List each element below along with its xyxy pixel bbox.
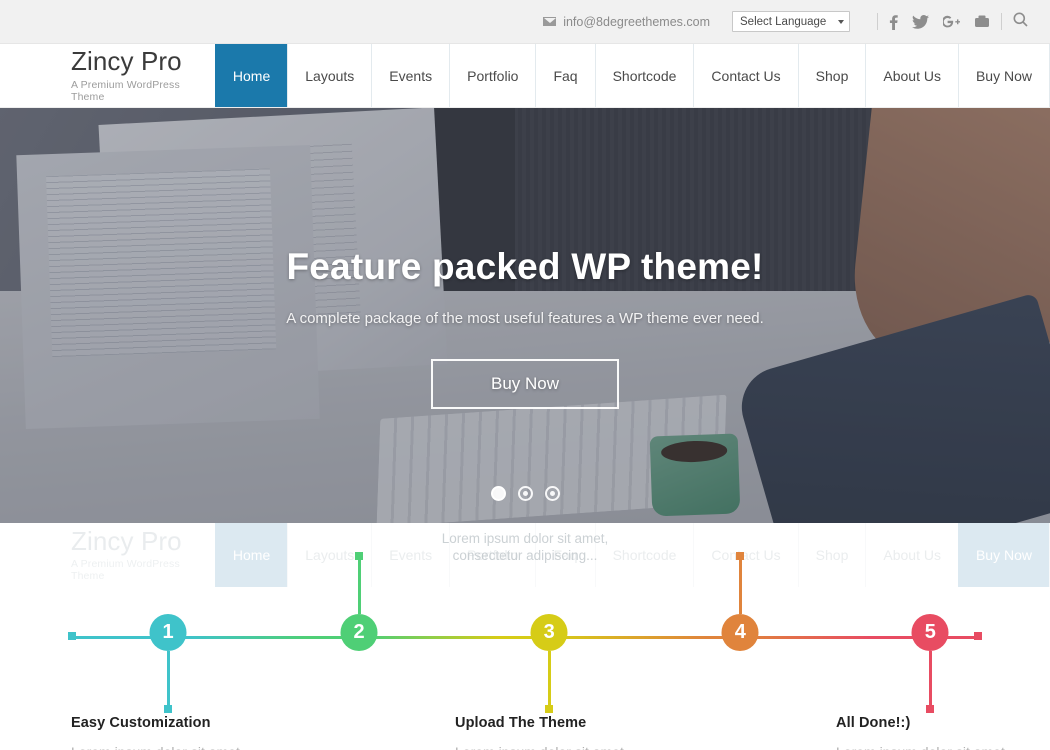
hero-content: Feature packed WP theme! A complete pack… <box>0 108 1050 523</box>
slider-pagination <box>0 486 1050 501</box>
language-select-label: Select Language <box>740 15 827 28</box>
nav-item-shop[interactable]: Shop <box>797 44 866 107</box>
timeline-step-circle: 5 <box>911 614 949 651</box>
timeline-stem <box>545 651 554 713</box>
slider-dot-2[interactable] <box>517 486 533 501</box>
social-links <box>889 14 990 30</box>
timeline-line <box>71 636 979 639</box>
slider-dot-1[interactable] <box>490 486 506 501</box>
hero-title: Feature packed WP theme! <box>286 246 764 287</box>
ghost-lorem-line-1: Lorem ipsum dolor sit amet, <box>441 531 609 546</box>
ghost-brand: Zincy Pro A Premium WordPress Theme <box>0 523 215 587</box>
nav-item-faq[interactable]: Faq <box>535 44 594 107</box>
nav-item-events[interactable]: Events <box>371 44 449 107</box>
timeline-node-5[interactable]: 5 <box>911 614 949 713</box>
nav-item-about-us[interactable]: About Us <box>865 44 958 107</box>
brand-name: Zincy Pro <box>71 46 182 77</box>
site-header: Zincy Pro A Premium WordPress Theme Home… <box>0 44 1050 108</box>
contact-email-text: info@8degreethemes.com <box>563 14 710 29</box>
contact-email[interactable]: info@8degreethemes.com <box>543 15 710 29</box>
ghost-nav-item-buy-now: Buy Now <box>957 523 1050 587</box>
twitter-icon[interactable] <box>912 14 929 29</box>
caption-title: Upload The Theme <box>455 715 587 731</box>
ghost-nav-item-about-us: About Us <box>865 523 958 587</box>
caption-text: Lorem ipsum dolor sit amet, <box>836 744 1009 750</box>
timeline-step-circle: 1 <box>149 614 187 651</box>
divider <box>877 13 878 30</box>
top-bar: info@8degreethemes.com Select Language <box>0 0 1050 44</box>
brand[interactable]: Zincy Pro A Premium WordPress Theme <box>0 44 215 107</box>
process-caption-1: Easy Customization Lorem ipsum dolor sit… <box>71 715 244 750</box>
caption-title: All Done!:) <box>836 715 911 731</box>
top-bar-inner: info@8degreethemes.com Select Language <box>543 11 1028 32</box>
timeline-stem <box>164 651 172 713</box>
nav-item-contact-us[interactable]: Contact Us <box>693 44 797 107</box>
ghost-nav-item-portfolio: Portfolio <box>449 523 535 587</box>
timeline-step-circle: 3 <box>530 614 568 651</box>
language-select[interactable]: Select Language <box>732 11 850 32</box>
slider-dot-3[interactable] <box>544 486 560 501</box>
timeline-stem <box>736 552 745 614</box>
timeline-step-circle: 4 <box>721 614 759 651</box>
ghost-nav-item-faq: Faq <box>535 523 594 587</box>
ghost-header: Zincy Pro A Premium WordPress Theme Home… <box>0 523 1050 587</box>
divider <box>1001 13 1002 30</box>
ghost-nav: Home Layouts Events Portfolio Faq Shortc… <box>214 523 1050 587</box>
timeline-stem <box>926 651 935 713</box>
nav-item-portfolio[interactable]: Portfolio <box>449 44 535 107</box>
ghost-nav-item-contact-us: Contact Us <box>693 523 797 587</box>
chevron-down-icon <box>838 19 844 24</box>
main-nav: Home Layouts Events Portfolio Faq Shortc… <box>214 44 1050 107</box>
page-root: info@8degreethemes.com Select Language Z… <box>0 0 1050 750</box>
caption-text: Lorem ipsum dolor sit amet, <box>455 744 628 750</box>
process-caption-2: Upload The Theme Lorem ipsum dolor sit a… <box>455 715 628 750</box>
youtube-icon[interactable] <box>974 15 990 28</box>
process-section: Zincy Pro A Premium WordPress Theme Home… <box>0 523 1050 750</box>
nav-item-shortcode[interactable]: Shortcode <box>594 44 694 107</box>
ghost-lorem-text: Lorem ipsum dolor sit amet, consectetur … <box>0 531 1050 565</box>
caption-text: Lorem ipsum dolor sit amet, <box>71 744 244 750</box>
caption-title: Easy Customization <box>71 715 211 731</box>
timeline-step-number: 1 <box>162 621 174 643</box>
process-caption-3: All Done!:) Lorem ipsum dolor sit amet, <box>836 715 1009 750</box>
timeline-end-marker <box>974 632 982 640</box>
timeline-step-number: 3 <box>543 621 555 643</box>
ghost-nav-item-home: Home <box>214 523 288 587</box>
process-timeline: 1 2 3 4 5 <box>0 552 1050 713</box>
ghost-brand-tagline: A Premium WordPress Theme <box>71 558 180 583</box>
timeline-step-number: 4 <box>734 621 746 643</box>
facebook-icon[interactable] <box>889 14 898 30</box>
ghost-nav-item-shop: Shop <box>797 523 866 587</box>
timeline-node-2[interactable]: 2 <box>340 552 378 651</box>
timeline-step-circle: 2 <box>340 614 378 651</box>
nav-item-layouts[interactable]: Layouts <box>287 44 371 107</box>
brand-tagline: A Premium WordPress Theme <box>71 78 180 103</box>
timeline-node-4[interactable]: 4 <box>721 552 759 651</box>
timeline-node-1[interactable]: 1 <box>149 614 187 713</box>
timeline-step-number: 2 <box>353 621 365 643</box>
timeline-node-3[interactable]: 3 <box>530 614 568 713</box>
hero-buy-now-button[interactable]: Buy Now <box>431 359 619 409</box>
ghost-nav-item-events: Events <box>371 523 449 587</box>
hero-slider: Feature packed WP theme! A complete pack… <box>0 108 1050 523</box>
timeline-start-marker <box>68 632 76 640</box>
nav-item-home[interactable]: Home <box>214 44 288 107</box>
ghost-nav-item-shortcode: Shortcode <box>594 523 694 587</box>
timeline-step-number: 5 <box>924 621 936 643</box>
timeline-stem <box>355 552 364 614</box>
google-plus-icon[interactable] <box>943 15 960 29</box>
ghost-lorem-line-2: consectetur adipiscing... <box>452 547 598 563</box>
search-icon[interactable] <box>1013 12 1028 32</box>
hero-subtitle: A complete package of the most useful fe… <box>286 310 764 327</box>
ghost-brand-name: Zincy Pro <box>71 525 182 556</box>
envelope-icon <box>543 17 557 26</box>
nav-item-buy-now[interactable]: Buy Now <box>957 44 1050 107</box>
